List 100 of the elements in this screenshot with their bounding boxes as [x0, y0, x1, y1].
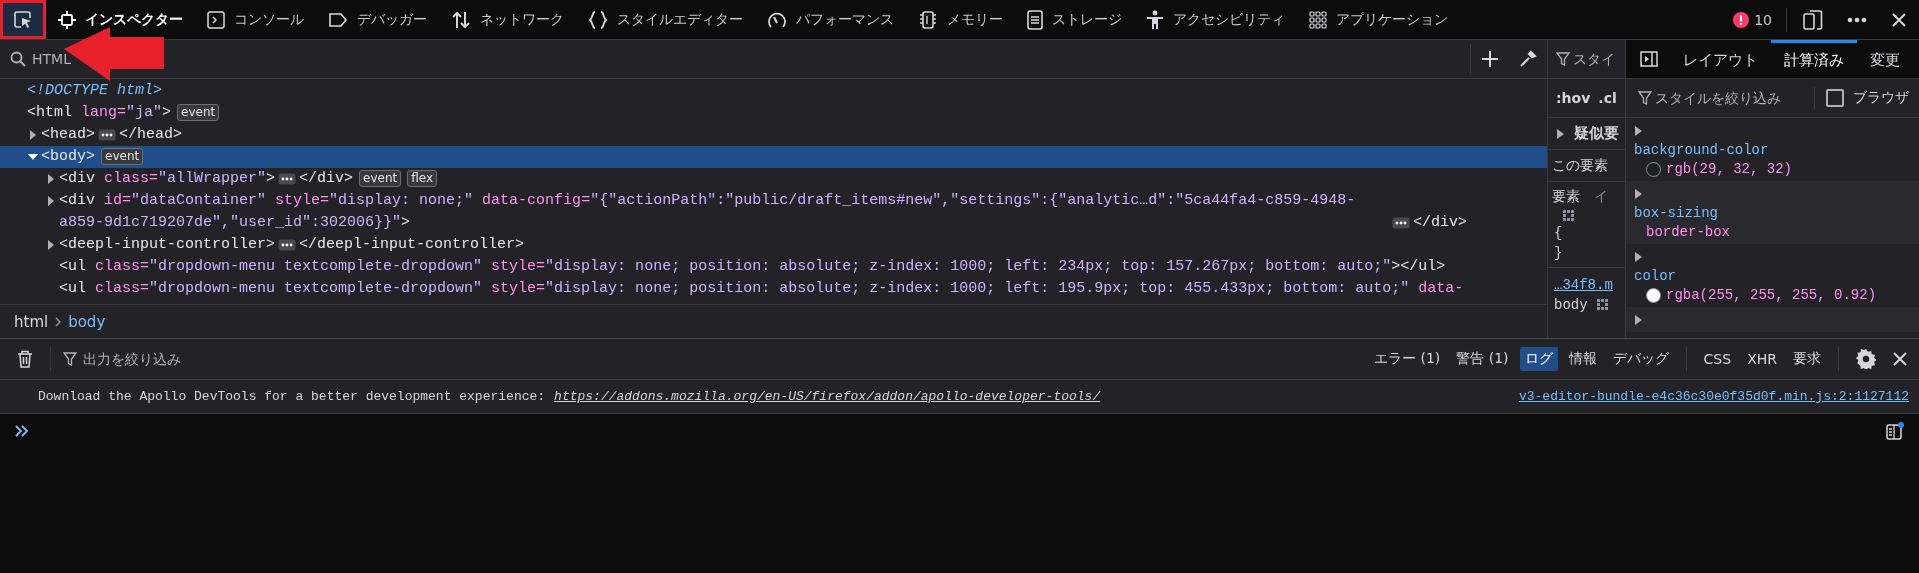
brace: } [1554, 245, 1563, 261]
sidebar-tab[interactable]: 変更 [1857, 40, 1913, 78]
filter-icon [63, 352, 77, 366]
element-picker-button[interactable] [0, 0, 46, 39]
devtools-tab[interactable]: デバッガー [316, 0, 439, 39]
devices-icon [1803, 9, 1823, 30]
markup-code: <!DOCTYPE html> [27, 81, 163, 101]
stylesheet-link[interactable]: …34f8.m [1554, 277, 1613, 293]
rule-selector: body [1554, 296, 1588, 315]
markup-code: </div> [1413, 213, 1467, 233]
node-badge[interactable]: event [359, 170, 402, 187]
collapsed-arrow-icon [1634, 125, 1644, 137]
markup-code: <div class="allWrapper"> [59, 169, 276, 189]
tree-row[interactable]: <head> </head> [0, 124, 1547, 146]
collapsed-content-icon [1392, 217, 1410, 229]
property-name: background-color [1634, 141, 1770, 160]
markup-code: <head> [41, 125, 95, 145]
tree-row[interactable]: <ul class="dropdown-menu textcomplete-dropdown" style="display: none; position: absolute; z-index: 1000; left: 195.9px; top: 455.433px; bottom: auto;" data- [0, 278, 1547, 300]
chip-icon [918, 9, 938, 30]
property-value: rgba(255, 255, 255, 0.92) [1666, 286, 1877, 305]
more-icon [1847, 16, 1867, 23]
close-icon [1892, 351, 1908, 367]
breadcrumb[interactable]: html [14, 312, 49, 331]
devtools-tab[interactable]: パフォーマンス [755, 0, 906, 39]
markup-code: <body> [41, 147, 95, 167]
filter-button[interactable]: CSS [1698, 348, 1737, 370]
search-icon [10, 51, 26, 67]
source-link[interactable]: v3-editor-bundle-e4c36c30e0f35d0f.min.js:2:1127112 [1518, 389, 1909, 404]
message-link[interactable]: https://addons.mozilla.org/en-US/firefox/addon/apollo-developer-tools/ [554, 389, 1101, 404]
tree-row[interactable]: <ul class="dropdown-menu textcomplete-dropdown" style="display: none; position: absolute; z-index: 1000; left: 234px; top: 157.267px; bottom: auto;"></ul> [0, 256, 1547, 278]
filter-button[interactable]: 要求 [1788, 347, 1826, 371]
devtools-tab[interactable]: アクセシビリティ [1134, 0, 1297, 39]
section-label: この要素 [1552, 156, 1608, 175]
filter-button[interactable]: 情報 [1563, 347, 1602, 371]
tree-row[interactable]: <div id="dataContainer" style="display: none;" data-config="{"actionPath":"public/draft_items#new","settings":{"analytic…d":"5ca44fa4-c859-4948-a859-9d1c719207de","user_id":302006}}"> </div> [0, 190, 1547, 234]
sidebar-toggle-icon [1640, 51, 1658, 67]
markup-code: <ul class="dropdown-menu textcomplete-dropdown" style="display: none; position: absolute; z-index: 1000; left: 195.9px; top: 455.433px; bottom: auto;" data- [59, 279, 1464, 299]
node-badge[interactable]: event [177, 104, 220, 121]
filter-button[interactable]: ログ [1519, 347, 1558, 371]
filter-button[interactable]: XHR [1742, 348, 1782, 370]
tag-icon [328, 11, 348, 28]
selector-label: イ [1594, 188, 1608, 206]
accessibility-icon [1146, 9, 1164, 30]
checkbox[interactable] [1826, 89, 1844, 107]
error-count-button[interactable]: 10 [1723, 0, 1782, 39]
pseudo-elements-header[interactable]: 疑似要 [1574, 124, 1619, 143]
color-swatch[interactable] [1646, 288, 1661, 303]
sidebar-tab[interactable]: 計算済み [1771, 40, 1857, 78]
filter-button[interactable]: エラー (1) [1369, 347, 1446, 371]
devtools-tab[interactable]: ネットワーク [439, 0, 576, 39]
property-name: box-sizing [1634, 204, 1719, 223]
devtools-tab[interactable]: インスペクター [46, 0, 195, 39]
property-value: rgb(29, 32, 32) [1666, 160, 1793, 179]
collapsed-arrow-icon [1634, 314, 1644, 326]
class-toggle[interactable]: .cl [1598, 90, 1617, 106]
tree-row[interactable]: <body> event [0, 146, 1547, 168]
node-badge[interactable]: flex [407, 170, 438, 187]
grid-icon [1309, 10, 1327, 29]
devtools-tab[interactable]: ストレージ [1015, 0, 1134, 39]
node-badge[interactable]: event [101, 148, 144, 165]
property-value: border-box [1646, 223, 1730, 242]
devtools-tab[interactable]: メモリー [906, 0, 1015, 39]
collapsed-content-icon [278, 239, 297, 251]
devtools-tab[interactable]: コンソール [195, 0, 316, 39]
selector-label: 要素 [1552, 188, 1580, 206]
html-search-field[interactable]: HTML [32, 44, 1464, 74]
filter-button[interactable]: 警告 (1) [1451, 347, 1514, 371]
sidebar-tab[interactable]: レイアウト [1670, 40, 1771, 78]
collapsed-arrow-icon [1634, 251, 1644, 263]
style-filter-field[interactable]: スタイルを絞り込み [1655, 90, 1805, 106]
tree-row[interactable]: <html lang="ja"> event [0, 102, 1547, 124]
tree-row[interactable]: <!DOCTYPE html> [0, 80, 1547, 102]
markup-code: </div> [299, 169, 354, 189]
rules-filter-field[interactable]: スタイ [1573, 51, 1625, 67]
gauge-icon [767, 10, 787, 29]
color-swatch[interactable] [1646, 162, 1661, 177]
inspector-icon [58, 10, 76, 29]
markup-code: <deepl-input-controller> [59, 235, 276, 255]
collapsed-content-icon [98, 129, 116, 141]
element-picker-icon [14, 10, 32, 29]
devtools-tab[interactable]: アプリケーション [1297, 0, 1460, 39]
tree-row[interactable]: <div class="allWrapper"> </div> event flex [0, 168, 1547, 190]
filter-button[interactable]: デバッグ [1607, 347, 1674, 371]
chevron-icon [54, 315, 63, 328]
up-down-arrows-icon [451, 10, 471, 29]
braces-icon [588, 10, 608, 29]
error-icon [1733, 11, 1750, 28]
trash-icon [17, 350, 33, 368]
output-filter-field[interactable]: 出力を絞り込み [83, 351, 383, 367]
console-icon [207, 10, 225, 29]
grid-dots-icon [1562, 209, 1576, 223]
filter-icon [1638, 91, 1652, 105]
filter-icon [1556, 52, 1570, 66]
tree-row[interactable]: <deepl-input-controller> </deepl-input-controller> [0, 234, 1547, 256]
markup-code: </head> [119, 125, 183, 145]
markup-code: <div id="dataContainer" style="display: none;" data-config="{"actionPath":"public/draft_items#new","settings":{"analytic…d":"5ca44fa4-c859-4948-a859-9d1c719207de","user_id":302006}}"> [59, 191, 1357, 233]
devtools-tab[interactable]: スタイルエディター [576, 0, 755, 39]
markup-code: <ul class="dropdown-menu textcomplete-dropdown" style="display: none; position: absolute; z-index: 1000; left: 234px; top: 157.267px; bottom: auto;"></ul> [59, 257, 1446, 277]
breadcrumb[interactable]: body [68, 312, 106, 331]
hover-toggle[interactable]: :hov [1556, 90, 1591, 106]
